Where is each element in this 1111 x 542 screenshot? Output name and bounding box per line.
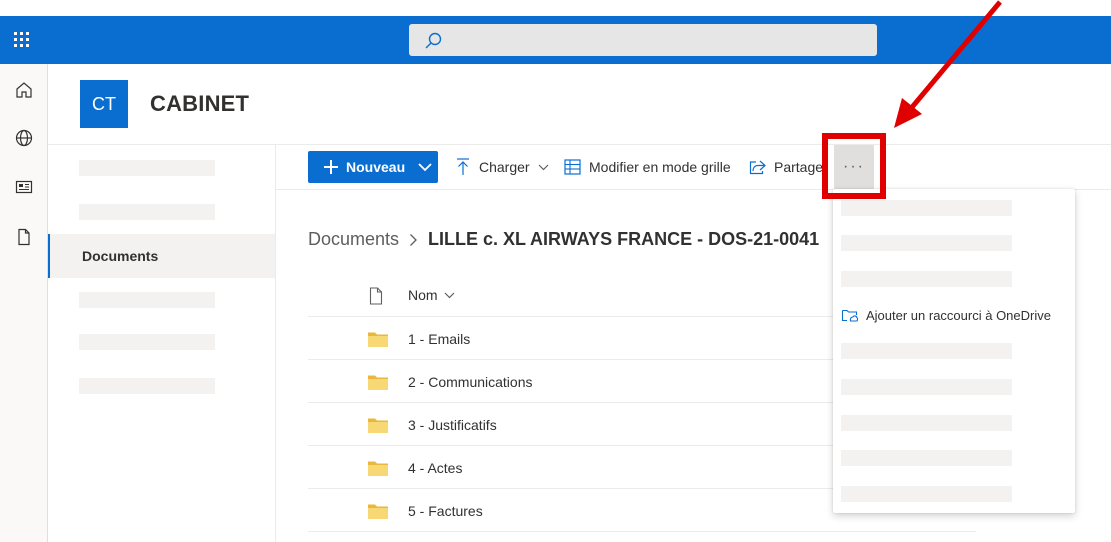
folder-icon bbox=[368, 504, 388, 519]
menu-item-placeholder[interactable] bbox=[841, 450, 1012, 466]
new-button-label: Nouveau bbox=[346, 159, 406, 175]
menu-item-placeholder[interactable] bbox=[841, 200, 1012, 216]
nav-item-placeholder[interactable] bbox=[79, 160, 215, 176]
breadcrumb-root[interactable]: Documents bbox=[308, 229, 399, 250]
chevron-down-icon bbox=[538, 164, 549, 170]
waffle-icon[interactable] bbox=[14, 32, 32, 48]
plus-icon bbox=[324, 160, 338, 174]
globe-icon[interactable] bbox=[14, 128, 34, 148]
search-icon bbox=[425, 32, 442, 49]
nav-item-placeholder[interactable] bbox=[79, 292, 215, 308]
grid-edit-label: Modifier en mode grille bbox=[589, 159, 731, 175]
menu-item-placeholder[interactable] bbox=[841, 379, 1012, 395]
menu-item-placeholder[interactable] bbox=[841, 415, 1012, 431]
item-name[interactable]: 3 - Justificatifs bbox=[408, 417, 497, 433]
search-input[interactable] bbox=[409, 24, 877, 56]
more-icon: ··· bbox=[843, 158, 865, 175]
breadcrumb-current: LILLE c. XL AIRWAYS FRANCE - DOS-21-0041 bbox=[428, 229, 820, 249]
news-icon[interactable] bbox=[14, 177, 34, 197]
grid-icon bbox=[564, 159, 581, 175]
new-button[interactable]: Nouveau bbox=[308, 151, 438, 183]
folder-icon bbox=[368, 375, 388, 390]
nav-item-placeholder[interactable] bbox=[79, 334, 215, 350]
suite-header bbox=[0, 16, 1111, 64]
chevron-down-icon bbox=[444, 292, 454, 298]
document-icon[interactable] bbox=[14, 227, 34, 247]
chevron-right-icon bbox=[410, 233, 417, 246]
column-header-name-label: Nom bbox=[408, 287, 438, 303]
folder-icon bbox=[368, 461, 388, 476]
left-rail bbox=[0, 64, 48, 542]
share-icon bbox=[749, 160, 766, 175]
menu-item-add-shortcut[interactable]: Ajouter un raccourci à OneDrive bbox=[833, 303, 1075, 327]
grid-edit-button[interactable]: Modifier en mode grille bbox=[564, 151, 731, 183]
folder-icon bbox=[368, 418, 388, 433]
home-icon[interactable] bbox=[14, 80, 34, 100]
upload-label: Charger bbox=[479, 159, 530, 175]
upload-icon bbox=[457, 158, 469, 175]
file-type-icon[interactable] bbox=[369, 287, 383, 305]
column-header-name[interactable]: Nom bbox=[408, 287, 455, 303]
menu-item-placeholder[interactable] bbox=[841, 235, 1012, 251]
site-title[interactable]: CABINET bbox=[150, 91, 249, 117]
item-name[interactable]: 5 - Factures bbox=[408, 503, 483, 519]
share-label: Partager bbox=[774, 159, 823, 175]
nav-item-placeholder[interactable] bbox=[79, 378, 215, 394]
nav-item-placeholder[interactable] bbox=[79, 204, 215, 220]
more-options-menu: Ajouter un raccourci à OneDrive bbox=[833, 189, 1075, 513]
menu-item-placeholder[interactable] bbox=[841, 343, 1012, 359]
more-options-button[interactable]: ··· bbox=[834, 145, 874, 189]
site-navigation: Documents bbox=[48, 145, 276, 542]
item-name[interactable]: 1 - Emails bbox=[408, 331, 470, 347]
upload-button[interactable]: Charger bbox=[455, 151, 549, 183]
menu-item-add-shortcut-label: Ajouter un raccourci à OneDrive bbox=[866, 307, 1051, 323]
menu-item-placeholder[interactable] bbox=[841, 271, 1012, 287]
item-name[interactable]: 2 - Communications bbox=[408, 374, 533, 390]
item-name[interactable]: 4 - Actes bbox=[408, 460, 462, 476]
onedrive-shortcut-icon bbox=[841, 309, 858, 322]
folder-icon bbox=[368, 332, 388, 347]
breadcrumb: Documents LILLE c. XL AIRWAYS FRANCE - D… bbox=[308, 229, 819, 250]
chevron-down-icon bbox=[418, 163, 432, 172]
share-button[interactable]: Partager bbox=[749, 151, 823, 183]
nav-item-documents[interactable]: Documents bbox=[48, 234, 275, 278]
menu-item-placeholder[interactable] bbox=[841, 486, 1012, 502]
site-logo[interactable]: CT bbox=[80, 80, 128, 128]
